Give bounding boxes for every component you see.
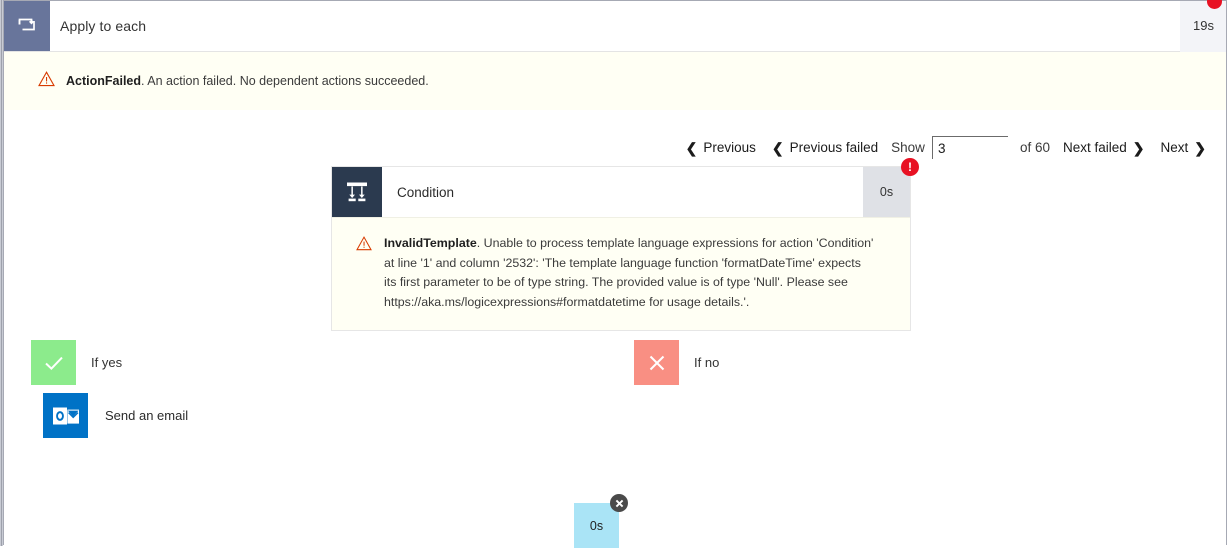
condition-error-code: InvalidTemplate xyxy=(384,236,477,250)
chevron-left-icon: ❮ xyxy=(771,139,784,156)
chevron-left-icon: ❮ xyxy=(685,139,698,156)
show-label: Show xyxy=(891,140,925,155)
send-email-label: Send an email xyxy=(105,408,189,423)
condition-branch-icon xyxy=(332,167,382,217)
branch-if-no-label: If no xyxy=(694,355,720,370)
condition-title: Condition xyxy=(397,184,455,200)
previous-failed-button[interactable]: ❮ Previous failed xyxy=(772,140,878,155)
next-failed-button[interactable]: Next failed ❯ xyxy=(1063,140,1145,155)
action-failed-code: ActionFailed xyxy=(66,73,142,88)
branch-if-yes-label: If yes xyxy=(91,355,123,370)
run-pager: ❮ Previous ❮ Previous failed Show of 60 … xyxy=(686,136,1206,159)
next-failed-label: Next failed xyxy=(1062,140,1127,155)
action-failed-text: ActionFailed. An action failed. No depen… xyxy=(66,72,429,91)
cancel-circle-icon xyxy=(610,494,628,512)
send-email-duration-value: 0s xyxy=(589,518,604,533)
action-failed-banner: ActionFailed. An action failed. No depen… xyxy=(4,52,1226,110)
chevron-right-icon: ❯ xyxy=(1132,139,1145,156)
send-email-duration: 0s xyxy=(574,494,628,548)
warning-triangle-icon xyxy=(356,236,372,256)
warning-triangle-icon xyxy=(38,70,55,92)
checkmark-icon xyxy=(31,340,76,385)
window-titlebar: Apply to each 19s xyxy=(4,0,1226,52)
condition-duration: 0s ! xyxy=(863,158,919,217)
condition-error-text: InvalidTemplate. Unable to process templ… xyxy=(384,234,874,312)
cross-icon xyxy=(634,340,679,385)
window-title: Apply to each xyxy=(60,18,147,34)
previous-button[interactable]: ❮ Previous xyxy=(686,140,756,155)
window-edge-line xyxy=(1,0,2,546)
show-page-input[interactable] xyxy=(931,136,1008,159)
total-count-label: of 60 xyxy=(1019,140,1050,155)
branch-if-yes: If yes xyxy=(31,340,122,385)
condition-error-panel: InvalidTemplate. Unable to process templ… xyxy=(332,217,910,331)
next-button[interactable]: Next ❯ xyxy=(1161,140,1207,155)
condition-error-badge: ! xyxy=(901,158,919,176)
loop-repeat-icon xyxy=(4,1,50,51)
previous-failed-label: Previous failed xyxy=(789,140,879,155)
outlook-icon xyxy=(43,393,88,438)
flow-canvas: ❮ Previous ❮ Previous failed Show of 60 … xyxy=(4,110,1226,548)
action-failed-message: . An action failed. No dependent actions… xyxy=(141,73,429,88)
next-label: Next xyxy=(1160,140,1189,155)
previous-label: Previous xyxy=(703,140,756,155)
condition-card-header[interactable]: Condition 0s ! xyxy=(332,158,919,217)
condition-duration-value: 0s xyxy=(879,185,894,199)
send-email-node[interactable]: Send an email xyxy=(43,393,188,438)
chevron-right-icon: ❯ xyxy=(1194,139,1206,156)
condition-card[interactable]: Condition 0s ! InvalidTemplate. Unable t… xyxy=(331,158,919,332)
branch-if-no: If no xyxy=(634,340,719,385)
run-history-viewer: Apply to each 19s ActionFailed. An actio… xyxy=(0,0,1230,548)
